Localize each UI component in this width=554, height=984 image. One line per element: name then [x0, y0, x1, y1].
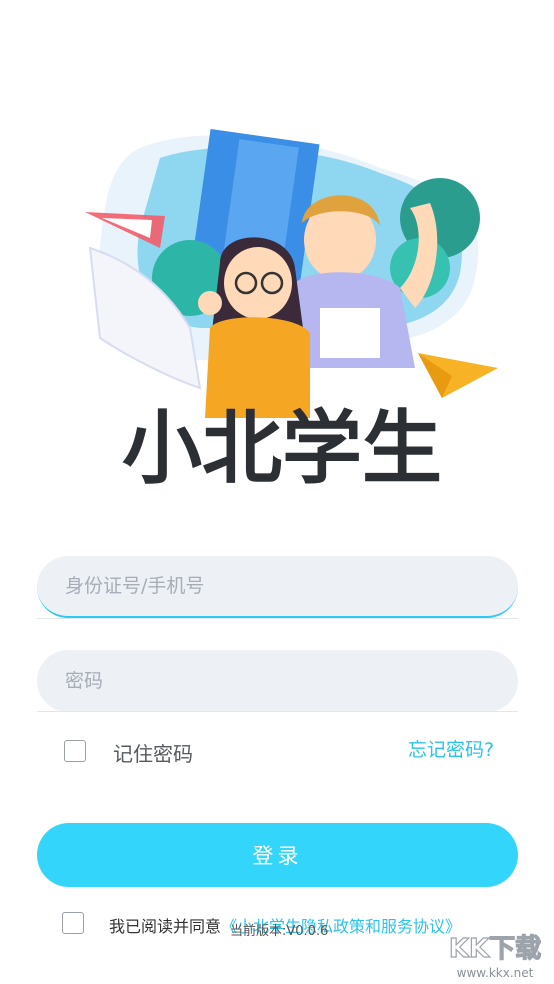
version-text: 当前版本:V0.0.6 [230, 924, 329, 939]
divider [37, 711, 518, 712]
agree-policy-checkbox[interactable] [62, 912, 84, 934]
agreement-prefix: 我已阅读并同意 [109, 917, 222, 936]
password-input[interactable] [63, 669, 518, 693]
divider [37, 618, 518, 619]
svg-text:小北学生: 小北学生 [122, 402, 442, 488]
svg-text:KK下载: KK下载 [449, 934, 541, 964]
hero-illustration [85, 129, 498, 418]
svg-text:www.kkx.net: www.kkx.net [457, 966, 534, 980]
app-logo: 小北学生 [122, 402, 442, 488]
remember-password-label: 记住密码 [113, 742, 193, 766]
forgot-password-link[interactable]: 忘记密码? [408, 735, 494, 762]
id-phone-field[interactable] [37, 556, 518, 618]
kk-watermark-logo: KK下载 www.kkx.net [448, 933, 541, 980]
login-button[interactable]: 登录 [37, 823, 518, 887]
id-phone-input[interactable] [63, 574, 518, 598]
remember-password-checkbox[interactable] [64, 740, 86, 762]
password-field[interactable] [37, 650, 518, 712]
